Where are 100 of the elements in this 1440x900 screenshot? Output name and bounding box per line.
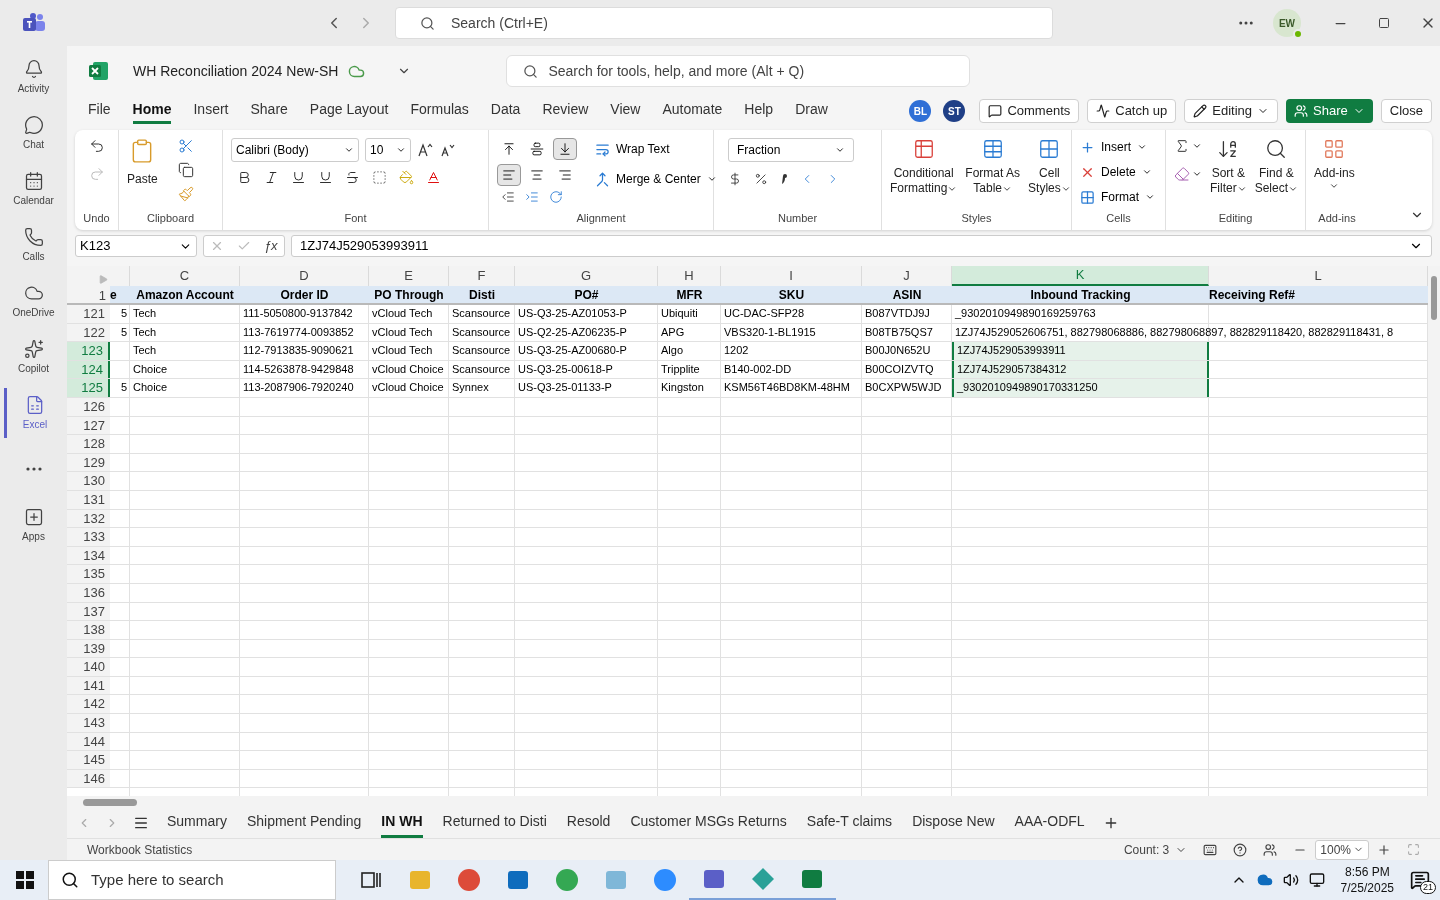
row-header[interactable]: 125 [67, 379, 110, 397]
cells-button[interactable]: Insert [1080, 138, 1155, 156]
sheet-tab[interactable]: Resold [566, 808, 611, 838]
row-header[interactable]: 138 [67, 621, 110, 639]
table-cell-text: B087VTDJ9J [864, 306, 931, 321]
clock-time[interactable]: 8:56 PM [1344, 864, 1390, 880]
number-format-dropdown[interactable]: Fraction [728, 138, 854, 162]
rail-item[interactable]: Chat [3, 108, 64, 158]
row-header[interactable]: 140 [67, 658, 110, 676]
styles-button[interactable]: Conditional Formatting [890, 138, 958, 196]
table-cell-text: 114-5263878-9429848 [242, 361, 355, 377]
table-cell-text: 112-7913835-9090621 [242, 343, 355, 359]
row-header[interactable]: 121 [67, 305, 110, 323]
avatar[interactable]: BL [909, 100, 932, 122]
editing-button[interactable]: Editing [1184, 99, 1279, 123]
table-cell-text: US-Q3-25-AZ00680-P [517, 343, 628, 359]
catchup-button[interactable]: Catch up [1087, 99, 1177, 123]
ribbon-tab[interactable]: Data [490, 98, 521, 124]
sheet-tab[interactable]: Summary [167, 808, 227, 838]
column-title: Inbound Tracking [1029, 287, 1132, 303]
taskbar-search-field[interactable]: Type here to search [48, 860, 336, 900]
rail-item[interactable]: OneDrive [3, 276, 64, 326]
cells-button[interactable]: Format [1080, 188, 1155, 206]
cells-button[interactable]: Delete [1080, 163, 1155, 181]
ribbon-tab[interactable]: Formulas [410, 98, 469, 124]
ribbon-tab[interactable]: Review [542, 98, 589, 124]
styles-button[interactable]: Cell Styles [1028, 138, 1071, 196]
styles-button[interactable]: Format As Table [965, 138, 1021, 196]
comments-button[interactable]: Comments [979, 99, 1080, 123]
row-header[interactable]: 145 [67, 751, 110, 769]
table-cell-text: Synnex [451, 380, 490, 396]
paste-button[interactable]: Paste [127, 138, 158, 187]
ribbon-tab[interactable]: Page Layout [309, 98, 389, 124]
table-cell-text: vCloud Tech [371, 343, 434, 359]
ribbon-tab[interactable]: Share [250, 98, 288, 124]
share-button[interactable]: Share [1286, 99, 1373, 123]
group-label: Undo [83, 210, 110, 226]
row-header[interactable]: 135 [67, 565, 110, 583]
row-header[interactable]: 142 [67, 695, 110, 714]
add-ins-button[interactable]: Add-ins [1314, 138, 1355, 191]
close-button[interactable]: Close [1380, 99, 1432, 123]
rail-item[interactable]: Calendar [3, 164, 64, 214]
status-count[interactable]: Count: 3 [1123, 840, 1188, 859]
wrap-text-button[interactable]: Wrap Text [595, 140, 717, 158]
rail-item[interactable]: Excel [3, 388, 64, 438]
rail-item[interactable]: Activity [3, 52, 64, 102]
column-title: Receiving Ref# [1209, 287, 1297, 303]
row-header[interactable]: 128 [67, 435, 110, 453]
rail-item[interactable]: Apps [3, 500, 64, 550]
avatar[interactable]: EW [1273, 9, 1301, 37]
workbook-title: WH Reconciliation 2024 New-SH [133, 61, 339, 81]
ribbon-tab[interactable]: Automate [662, 98, 723, 124]
ribbon-tab[interactable]: File [88, 98, 111, 124]
table-cell-text: Scansource [451, 306, 512, 321]
row-header[interactable]: 1 [67, 286, 110, 303]
row-header[interactable]: 130 [67, 472, 110, 490]
formula-field[interactable]: 1ZJ74J529053993911 [291, 235, 1432, 257]
search-field[interactable]: Search for tools, help, and more (Alt + Q) [506, 55, 971, 87]
table-cell-text: US-Q3-25-AZ01053-P [517, 306, 628, 321]
merge-center-button[interactable]: Merge & Center [595, 170, 717, 188]
row-header[interactable]: 123 [67, 342, 110, 360]
column-header[interactable]: K [952, 266, 1209, 286]
editing-button[interactable]: Sort & Filter [1210, 138, 1247, 196]
row-header[interactable]: 143 [67, 714, 110, 732]
editing-button[interactable]: Find & Select [1254, 138, 1299, 196]
group-label: Number [776, 210, 819, 226]
sheet-tab[interactable]: Dispose New [912, 808, 995, 838]
table-cell-text: 111-5050800-9137842 [242, 306, 354, 321]
table-cell-text: 5 [119, 324, 128, 340]
sheet-tab[interactable]: Safe-T claims [806, 808, 893, 838]
table-cell-text: vCloud Choice [371, 380, 445, 396]
status-text: Workbook Statistics [87, 841, 193, 859]
zoom-dropdown[interactable]: 100% [1315, 839, 1369, 860]
column-title: Amazon Account [135, 287, 235, 303]
ribbon-tab[interactable]: Insert [193, 98, 229, 124]
ribbon-tab[interactable]: View [610, 98, 641, 124]
sheet-tab[interactable]: Shipment Pending [246, 808, 362, 838]
insert-function-button[interactable]: ƒx [263, 236, 278, 256]
rail-item[interactable]: Calls [3, 220, 64, 270]
font-size-dropdown[interactable]: 10 [365, 138, 411, 162]
name-box[interactable]: K123 [75, 235, 197, 257]
row-header[interactable]: 133 [67, 528, 110, 546]
sheet-tab[interactable]: AAA-ODFL [1014, 808, 1085, 838]
ribbon-tab[interactable]: Draw [795, 98, 828, 124]
clock-date[interactable]: 7/25/2025 [1340, 880, 1394, 896]
avatar[interactable]: ST [943, 100, 966, 122]
search-field[interactable]: Search (Ctrl+E) [395, 7, 1053, 39]
ribbon-tab[interactable]: Help [744, 98, 774, 124]
rail-item[interactable]: Copilot [3, 332, 64, 382]
font-family-dropdown[interactable]: Calibri (Body) [231, 138, 359, 162]
ribbon-tab[interactable]: Home [132, 98, 172, 124]
group-label: Clipboard [145, 210, 196, 226]
table-cell-text: Scansource [451, 324, 512, 340]
table-cell-text: B0CXPW5WJD [864, 380, 943, 396]
sheet-tab[interactable]: Customer MSGs Returns [630, 808, 787, 838]
table-cell-text: VBS320-1-BL1915 [723, 324, 817, 340]
sheet-tab[interactable]: Returned to Disti [442, 808, 547, 838]
table-cell-text: _9302010949890169259763 [954, 306, 1097, 321]
table-cell-text: vCloud Tech [371, 306, 434, 321]
table-cell-text: 5 [119, 380, 128, 396]
